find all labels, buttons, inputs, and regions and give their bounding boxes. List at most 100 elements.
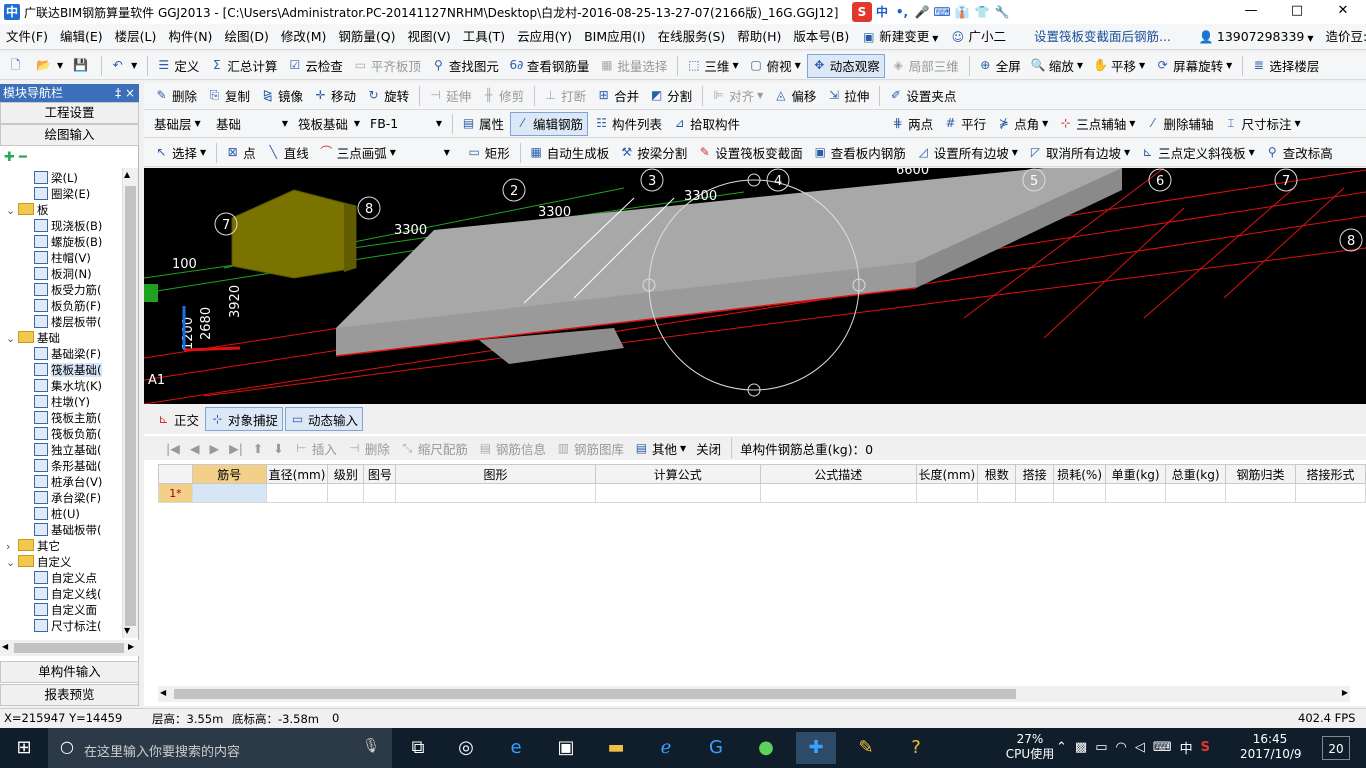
tree-horizontal-scrollbar[interactable]: ◀ ▶ bbox=[0, 640, 139, 656]
rotate-button[interactable]: ↻ 旋转 bbox=[362, 84, 413, 108]
col-header[interactable]: 钢筋归类 bbox=[1225, 464, 1296, 484]
pin-close-icon[interactable]: ‡ × bbox=[115, 84, 135, 102]
tree-vertical-scrollbar[interactable]: ▲ ▼ bbox=[122, 168, 138, 638]
pick-component-button[interactable]: ⊿ 拾取构件 bbox=[668, 112, 744, 136]
report-preview-button[interactable]: 报表预览 bbox=[0, 684, 139, 706]
tree-item[interactable]: 基础梁(F) bbox=[34, 346, 101, 362]
move-up-button[interactable]: ⬆ bbox=[249, 436, 267, 460]
cell[interactable] bbox=[1165, 483, 1227, 503]
project-settings-button[interactable]: 工程设置 bbox=[0, 102, 139, 124]
menu-rebar-qty[interactable]: 钢筋量(Q) bbox=[332, 24, 401, 50]
cell[interactable] bbox=[395, 483, 596, 503]
dimension-button[interactable]: ⌶ 尺寸标注 ▼ bbox=[1219, 112, 1304, 136]
arc-options-dropdown[interactable]: ▼ bbox=[437, 141, 461, 165]
parallel-axis-button[interactable]: # 平行 bbox=[939, 112, 990, 136]
col-header[interactable]: 搭接形式 bbox=[1294, 464, 1366, 484]
3d-view-button[interactable]: ⬚ 三维 ▼ bbox=[682, 54, 742, 78]
notification-center[interactable]: 20 bbox=[1322, 736, 1350, 760]
split-button[interactable]: ◩ 分割 bbox=[645, 84, 696, 108]
single-component-input-button[interactable]: 单构件输入 bbox=[0, 661, 139, 683]
find-element-button[interactable]: ⚲ 查找图元 bbox=[427, 54, 503, 78]
col-header[interactable]: 级别 bbox=[327, 464, 365, 484]
cell[interactable] bbox=[1294, 483, 1366, 503]
menu-guangxiaoer[interactable]: ☺ 广小二 bbox=[944, 24, 1012, 50]
windows-start-icon[interactable]: ⊞ bbox=[0, 732, 48, 764]
tree-item[interactable]: 尺寸标注( bbox=[34, 618, 102, 634]
wifi-icon[interactable]: ◠ bbox=[1116, 740, 1127, 755]
tree-item[interactable]: 自定义点 bbox=[34, 570, 97, 586]
move-button[interactable]: ✛ 移动 bbox=[309, 84, 360, 108]
offset-button[interactable]: ◬ 偏移 bbox=[769, 84, 820, 108]
type-select[interactable]: 筏板基础 ▼ bbox=[294, 112, 364, 136]
menu-version[interactable]: 版本号(B) bbox=[787, 24, 855, 50]
mic-icon[interactable]: 🎤 bbox=[912, 2, 932, 22]
col-header[interactable]: 计算公式 bbox=[594, 464, 762, 484]
move-down-button[interactable]: ⬇ bbox=[269, 436, 287, 460]
collapse-arrow-icon[interactable]: ⌄ bbox=[6, 331, 18, 347]
cell[interactable] bbox=[977, 483, 1017, 503]
scroll-up-icon[interactable]: ▲ bbox=[124, 170, 130, 179]
modify-elevation-button[interactable]: ⚲ 查改标高 bbox=[1261, 141, 1337, 165]
tools-icon[interactable]: 🔧 bbox=[992, 2, 1012, 22]
scroll-thumb[interactable] bbox=[125, 186, 136, 626]
col-header[interactable]: 搭接 bbox=[1015, 464, 1055, 484]
tree-item[interactable]: ⌄ 自定义 bbox=[6, 554, 72, 570]
trim-button[interactable]: ╫ 修剪 bbox=[477, 84, 528, 108]
set-all-slopes-button[interactable]: ◿ 设置所有边坡 ▼ bbox=[912, 141, 1022, 165]
set-raft-variable-section-button[interactable]: ✎ 设置筏板变截面 bbox=[693, 141, 807, 165]
menu-view[interactable]: 视图(V) bbox=[401, 24, 456, 50]
grid-delete-button[interactable]: ⊣ 删除 bbox=[343, 436, 394, 460]
break-button[interactable]: ⊥ 打断 bbox=[539, 84, 590, 108]
col-header[interactable]: 图号 bbox=[363, 464, 397, 484]
tray-battery-icon[interactable]: ▭ bbox=[1095, 740, 1107, 755]
set-grip-button[interactable]: ✐ 设置夹点 bbox=[884, 84, 960, 108]
close-button[interactable]: ✕ bbox=[1320, 0, 1366, 24]
menu-online[interactable]: 在线服务(S) bbox=[652, 24, 732, 50]
tree-item[interactable]: 条形基础( bbox=[34, 458, 102, 474]
collapse-arrow-icon[interactable]: ⌄ bbox=[6, 203, 18, 219]
two-point-axis-button[interactable]: ⋕ 两点 bbox=[886, 112, 937, 136]
floor-select[interactable]: 基础层 ▼ bbox=[150, 112, 210, 136]
save-button[interactable]: 💾 bbox=[69, 54, 95, 78]
tree-item[interactable]: 板洞(N) bbox=[34, 266, 92, 282]
tray-expand-icon[interactable]: ⌃ bbox=[1056, 740, 1067, 755]
col-header[interactable]: 总重(kg) bbox=[1165, 464, 1227, 484]
menu-modify[interactable]: 修改(M) bbox=[275, 24, 333, 50]
col-header[interactable]: 公式描述 bbox=[760, 464, 917, 484]
3d-viewport[interactable]: 2 3 4 5 6 7 7 8 8 3300 3300 3300 6600 10… bbox=[144, 168, 1366, 404]
cell[interactable] bbox=[265, 483, 329, 503]
menu-floor[interactable]: 楼层(L) bbox=[109, 24, 163, 50]
three-point-axis-button[interactable]: ⊹ 三点辅轴 ▼ bbox=[1054, 112, 1139, 136]
draw-input-button[interactable]: 绘图输入 bbox=[0, 124, 139, 146]
point-button[interactable]: ⊠ 点 bbox=[221, 141, 260, 165]
help-app-icon[interactable]: ? bbox=[896, 732, 936, 764]
ie-browser-icon[interactable]: ℯ bbox=[646, 732, 686, 764]
tree-item[interactable]: 桩(U) bbox=[34, 506, 80, 522]
collapse-arrow-icon[interactable]: ⌄ bbox=[6, 555, 18, 571]
next-record-button[interactable]: ▶ bbox=[205, 436, 223, 460]
tree-item[interactable]: 自定义面 bbox=[34, 602, 97, 618]
menu-component[interactable]: 构件(N) bbox=[162, 24, 218, 50]
menu-new-change[interactable]: ▣ 新建变更 ▼ bbox=[855, 24, 944, 50]
delete-button[interactable]: ✎ 删除 bbox=[150, 84, 201, 108]
tree-item[interactable]: 集水坑(K) bbox=[34, 378, 102, 394]
dynamic-observe-button[interactable]: ✥ 动态观察 bbox=[806, 53, 885, 78]
tray-app-icon[interactable]: ▩ bbox=[1075, 740, 1087, 755]
scroll-left-icon[interactable]: ◀ bbox=[2, 642, 8, 651]
three-point-inclined-raft-button[interactable]: ⊾ 三点定义斜筏板 ▼ bbox=[1136, 141, 1259, 165]
ime-chinese-mode[interactable]: 中 bbox=[872, 2, 892, 22]
table-row[interactable]: 1* bbox=[158, 483, 1366, 503]
other-button[interactable]: ▤ 其他 ▼ bbox=[630, 436, 690, 460]
col-header[interactable]: 损耗(%) bbox=[1053, 464, 1107, 484]
summary-calc-button[interactable]: Σ 汇总计算 bbox=[205, 54, 281, 78]
menu-draw[interactable]: 绘图(D) bbox=[218, 24, 274, 50]
file-explorer-icon[interactable]: ▬ bbox=[596, 732, 636, 764]
select-button[interactable]: ↖ 选择 ▼ bbox=[150, 141, 210, 165]
fullscreen-button[interactable]: ⊕ 全屏 bbox=[974, 54, 1025, 78]
define-button[interactable]: ☰ 定义 bbox=[152, 54, 203, 78]
cpu-meter[interactable]: 27% CPU使用 bbox=[1000, 732, 1060, 762]
menu-help[interactable]: 帮助(H) bbox=[731, 24, 787, 50]
scroll-right-icon[interactable]: ▶ bbox=[128, 642, 134, 651]
menu-bim[interactable]: BIM应用(I) bbox=[578, 24, 652, 50]
expand-arrow-icon[interactable]: › bbox=[6, 539, 18, 555]
